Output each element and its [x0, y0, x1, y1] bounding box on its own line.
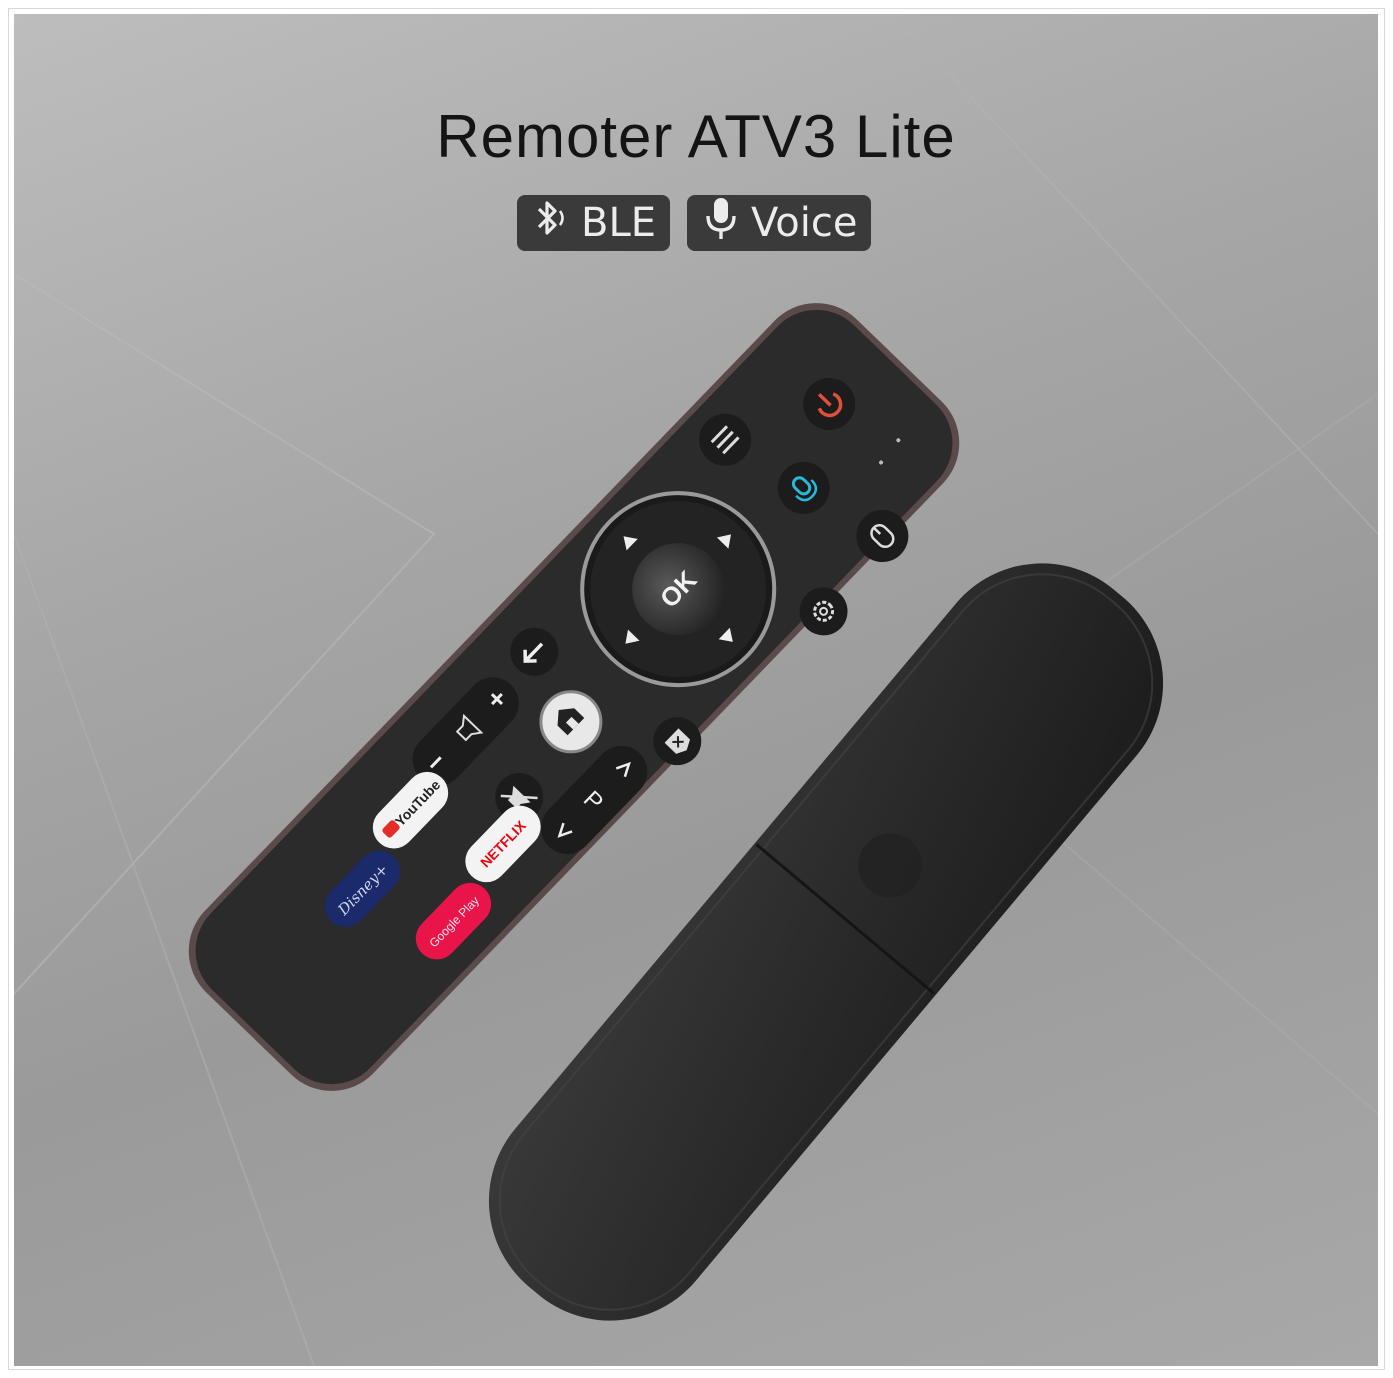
product-image: Remoter ATV3 Lite BLE Voice OK P YouTube… [14, 14, 1378, 1366]
remotes-illustration: OK P YouTube NETFLIX Disney+ Google Play [188, 303, 1164, 1321]
